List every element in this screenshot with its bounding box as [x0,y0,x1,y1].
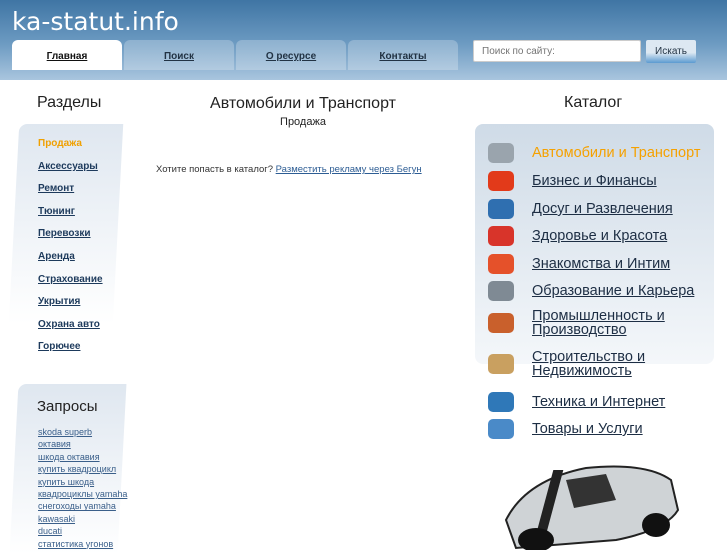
ad-line: Хотите попасть в каталог? Разместить рек… [156,164,422,175]
computer-icon [488,392,514,412]
tab-home[interactable]: Главная [12,40,122,70]
query-link[interactable]: kawasaki [38,513,127,525]
catalog-item-label: Строительство и Недвижимость [532,349,646,379]
section-link[interactable]: Укрытия [38,296,80,307]
section-link[interactable]: Продажа [38,138,82,149]
queries-title: Запросы [37,398,98,415]
shopping-bag-icon [488,419,514,439]
catalog-title: Каталог [564,94,623,111]
catalog-item-label: Бизнес и Финансы [532,173,657,189]
catalog-item[interactable]: Досуг и Развлечения [488,199,718,219]
page-title: Автомобили и Транспорт [210,95,396,112]
header: ka-statut.info Главная Поиск О ресурсе К… [0,0,727,80]
heart-icon [488,254,514,274]
section-link[interactable]: Перевозки [38,228,91,239]
catalog-item[interactable]: Здоровье и Красота [488,226,718,246]
cosmetics-icon [488,226,514,246]
catalog-item-label: Досуг и Развлечения [532,201,673,217]
briefcase-icon [488,281,514,301]
ad-text: Хотите попасть в каталог? [156,164,274,175]
car-icon [488,143,514,163]
catalog-item-label: Промышленность и Производство [532,308,665,338]
construction-icon [488,354,514,374]
tab-about[interactable]: О ресурсе [236,40,346,70]
catalog-item-label: Образование и Карьера [532,283,695,299]
catalog-item[interactable]: Бизнес и Финансы [488,171,718,191]
catalog-item-label: Товары и Услуги [532,421,643,437]
section-link[interactable]: Аренда [38,251,75,262]
section-link[interactable]: Тюнинг [38,206,75,217]
catalog-item[interactable]: Товары и Услуги [488,419,718,439]
query-link[interactable]: октавия [38,438,127,450]
query-link[interactable]: снегоходы yamaha [38,500,127,512]
search-button[interactable]: Искать [646,40,696,63]
catalog-item[interactable]: Автомобили и Транспорт [488,143,718,163]
catalog-item[interactable]: Строительство и Недвижимость [488,350,718,378]
catalog-item[interactable]: Образование и Карьера [488,281,718,301]
catalog-item-label: Здоровье и Красота [532,228,668,244]
queries-list: skoda superb октавия шкода октавия купить к… [38,426,127,550]
catalog-item[interactable]: Знакомства и Интим [488,254,718,274]
section-link[interactable]: Охрана авто [38,319,100,330]
tab-contacts[interactable]: Контакты [348,40,458,70]
factory-icon [488,313,514,333]
catalog-item-label: Техника и Интернет [532,394,666,410]
query-link[interactable]: статистика угонов [38,538,127,550]
ad-link[interactable]: Разместить рекламу через Бегун [276,164,422,175]
car-image [504,465,680,550]
query-link[interactable]: skoda superb [38,426,127,438]
catalog-item[interactable]: Техника и Интернет [488,392,718,412]
section-link[interactable]: Страхование [38,274,103,285]
section-link[interactable]: Аксессуары [38,161,98,172]
query-link[interactable]: купить шкода [38,476,127,488]
section-link[interactable]: Горючее [38,341,80,352]
pie-chart-icon [488,171,514,191]
query-link[interactable]: ducati [38,525,127,537]
search-input[interactable] [473,40,641,62]
sections-panel [8,124,124,324]
query-link[interactable]: шкода октавия [38,451,127,463]
site-logo[interactable]: ka-statut.info [12,7,179,36]
query-link[interactable]: купить квадроцикл [38,463,127,475]
tab-search[interactable]: Поиск [124,40,234,70]
catalog-item-label: Автомобили и Транспорт [532,145,701,161]
query-link[interactable]: квадроциклы yamaha [38,488,127,500]
catalog-item[interactable]: Промышленность и Производство [488,309,718,337]
bowling-icon [488,199,514,219]
catalog-item-label: Знакомства и Интим [532,256,671,272]
section-link[interactable]: Ремонт [38,183,74,194]
